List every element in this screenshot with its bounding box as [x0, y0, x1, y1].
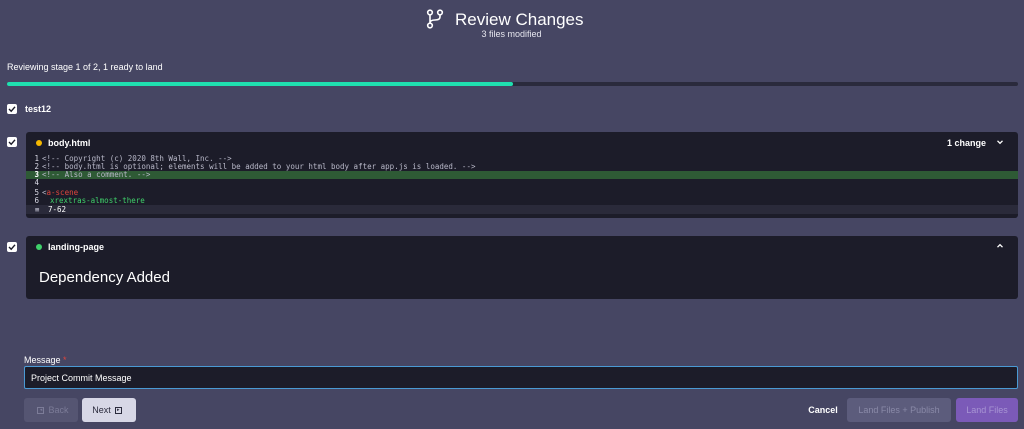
code-line: 5 <a-scene [34, 188, 79, 197]
file-panel-landing-page: landing-page Dependency Added [26, 236, 1018, 299]
land-files-button[interactable]: Land Files [956, 398, 1018, 422]
checkmark-icon [8, 244, 16, 251]
cancel-button[interactable]: Cancel [800, 398, 846, 422]
fold-lines-icon: ≡ [34, 205, 40, 214]
files-modified-count: 3 files modified [481, 29, 542, 39]
chevron-up-icon[interactable] [996, 242, 1004, 250]
stage-status: Reviewing stage 1 of 2, 1 ready to land [7, 62, 163, 72]
header: Review Changes 3 files modified [0, 6, 1024, 42]
next-button[interactable]: Next ▸ [82, 398, 136, 422]
file-panel-body-html: body.html 1 change 1 <!-- Copyright (c) 2… [26, 132, 1018, 218]
group-checkbox[interactable] [7, 104, 17, 114]
file-name: body.html [48, 138, 91, 148]
checkmark-icon [8, 106, 16, 113]
modified-status-dot [36, 140, 42, 146]
commit-message-input[interactable] [24, 366, 1018, 389]
group-label: test12 [25, 104, 52, 114]
chevron-down-icon[interactable] [996, 138, 1004, 146]
dependency-status: Dependency Added [39, 269, 170, 286]
file-name: landing-page [48, 242, 104, 252]
progress-fill [7, 82, 513, 86]
message-label: Message * [24, 355, 67, 365]
file-panel-header[interactable]: body.html 1 change [26, 132, 1018, 154]
land-files-publish-button[interactable]: Land Files + Publish [847, 398, 951, 422]
file-checkbox-body-html[interactable] [7, 137, 17, 147]
collapsed-lines-row[interactable]: ≡ 7-62 [26, 205, 1018, 214]
code-line: 6 xrextras-almost-there [34, 196, 145, 205]
checkmark-icon [8, 139, 16, 146]
file-checkbox-landing-page[interactable] [7, 242, 17, 252]
code-line-added: 3 <!-- Also a comment. --> [26, 171, 1018, 179]
added-status-dot [36, 244, 42, 250]
code-diff: 1 <!-- Copyright (c) 2020 8th Wall, Inc. … [26, 155, 1018, 214]
code-line: 2 <!-- body.html is optional; elements wi… [34, 162, 476, 171]
next-icon: ▸ [114, 406, 122, 414]
progress-bar [7, 82, 1018, 86]
back-button[interactable]: ◂ Back [24, 398, 78, 422]
page-title: Review Changes [455, 10, 584, 29]
back-icon: ◂ [37, 406, 45, 414]
code-line: 4 [34, 178, 39, 187]
file-panel-header[interactable]: landing-page [26, 236, 1018, 258]
change-count: 1 change [946, 138, 986, 148]
collapsed-range: 7-62 [48, 205, 67, 214]
required-marker: * [63, 355, 67, 365]
git-branch-icon [426, 9, 444, 29]
